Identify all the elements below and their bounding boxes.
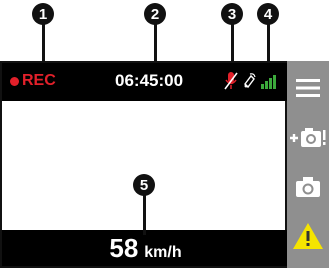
callout-line-4 [267,24,270,62]
sidebar [287,61,329,268]
speed-bar: 58 km/h [2,230,289,266]
callout-line-3 [231,24,234,62]
mic-muted-icon [224,71,238,96]
protect-file-icon [288,124,328,157]
menu-icon [295,77,321,104]
record-dot-icon [10,76,19,86]
gps-icon [242,71,258,94]
callout-1: 1 [32,3,54,25]
camera-icon [295,175,321,204]
dashcam-screen: REC 06:45:00 58 km/h [0,61,329,268]
clock-time: 06:45:00 [115,71,184,90]
speed-value: 58 [109,233,139,263]
snapshot-button[interactable] [287,167,329,211]
recording-indicator: REC [10,72,56,90]
gps-signal-bars-icon [260,72,278,95]
callout-2: 2 [144,3,166,25]
callout-line-5 [143,195,146,235]
emergency-record-button[interactable] [287,216,329,260]
speed-unit: km/h [144,244,182,261]
protect-file-button[interactable] [287,118,329,162]
callout-5: 5 [133,174,155,196]
status-bar: REC 06:45:00 [2,63,289,101]
warning-icon [292,221,324,256]
callout-4: 4 [257,3,279,25]
camera-viewport: REC 06:45:00 58 km/h [0,61,289,268]
menu-button[interactable] [287,68,329,112]
callout-line-1 [42,24,45,62]
rec-label: REC [22,72,56,89]
callout-3: 3 [221,3,243,25]
callout-line-2 [154,24,157,62]
